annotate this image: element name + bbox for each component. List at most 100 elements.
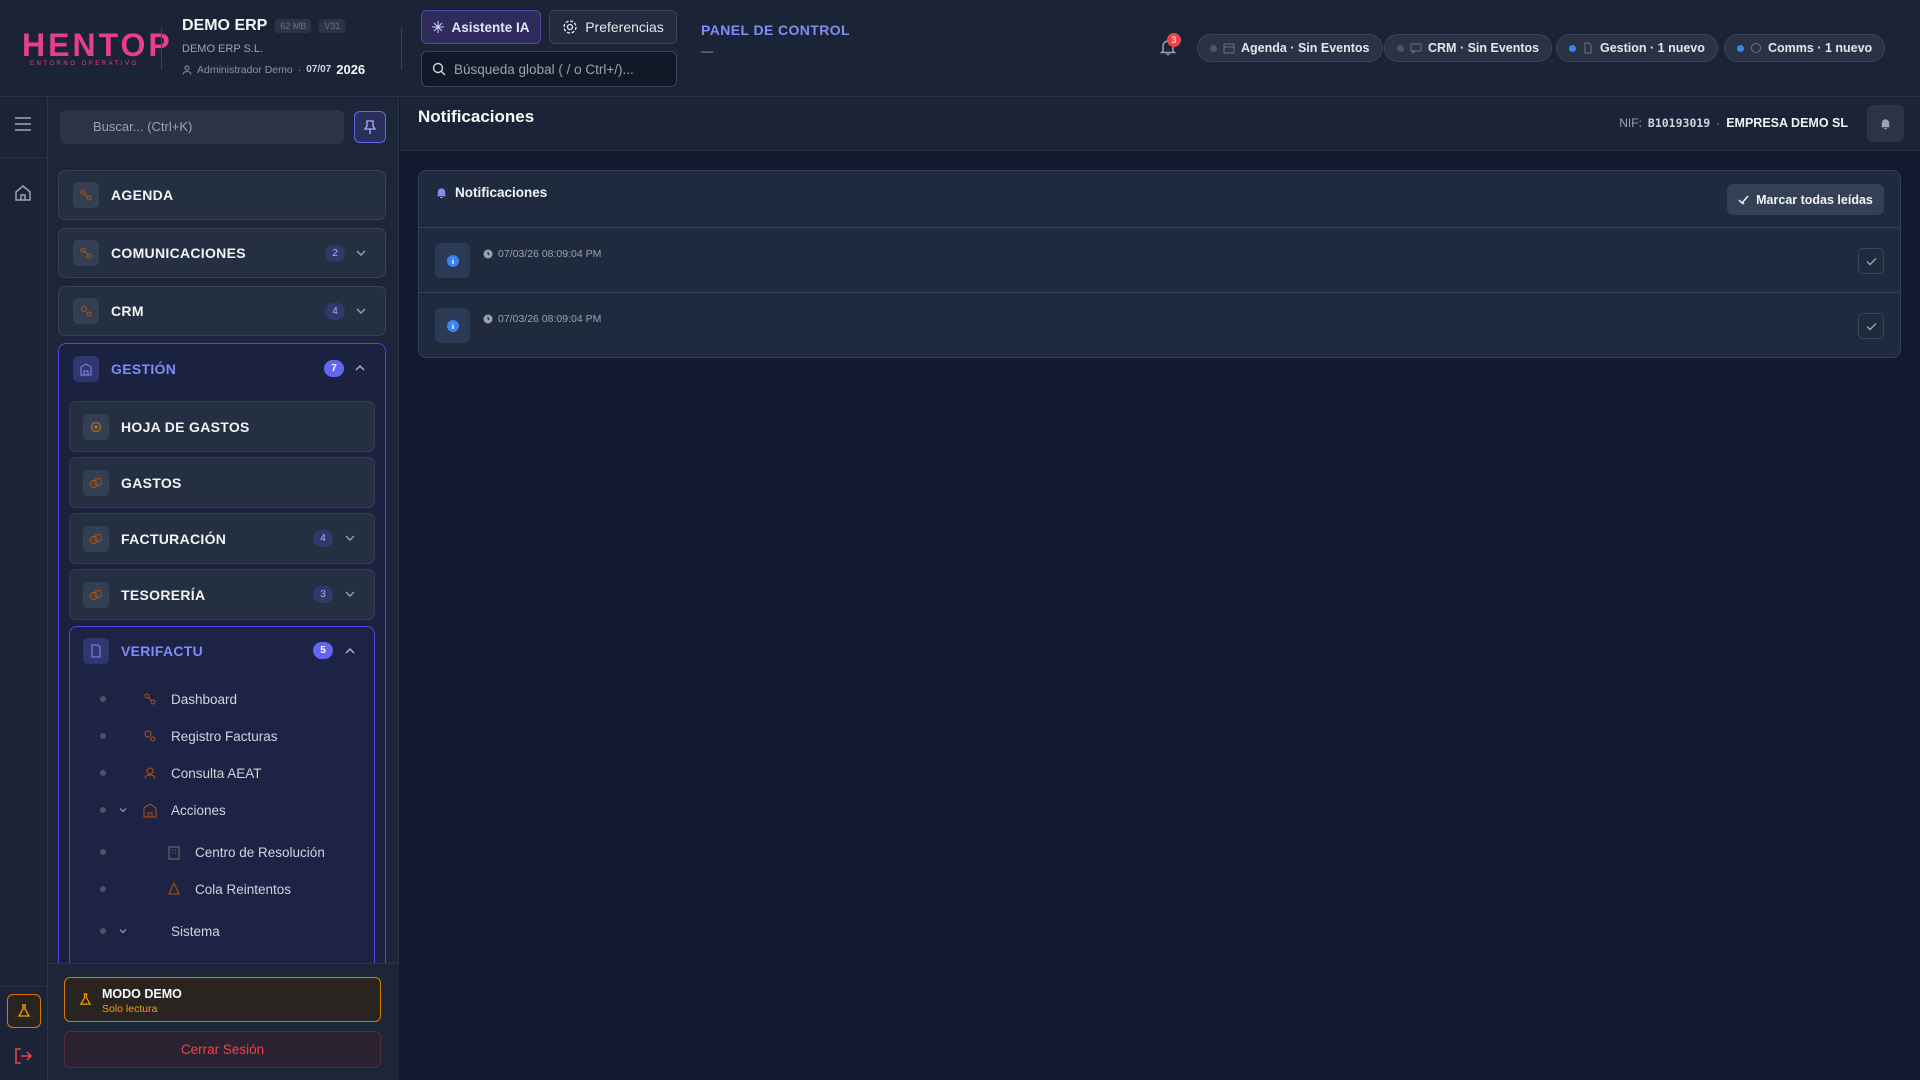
sidebar-item-label: TESORERÍA: [121, 586, 206, 603]
sidebar-item-crm[interactable]: CRM 4: [58, 286, 386, 336]
coins-icon: [83, 525, 109, 552]
count-badge: 3: [313, 586, 333, 603]
retry-queue-icon: [168, 881, 180, 895]
mark-read-button[interactable]: [1858, 313, 1884, 339]
mark-all-read-button[interactable]: Marcar todas leídas: [1727, 184, 1884, 215]
sidebar-item-facturacion[interactable]: FACTURACIÓN 4: [69, 513, 375, 564]
expense-sheet-icon: [83, 413, 109, 440]
user-icon: [182, 65, 192, 75]
status-dot: [1397, 44, 1404, 52]
pill-crm[interactable]: CRM · Sin Eventos: [1384, 34, 1553, 62]
pill-label: Gestion · 1 nuevo: [1600, 41, 1705, 55]
chevron-down-icon: [345, 535, 355, 541]
nif-value: B10193019: [1647, 116, 1711, 130]
leaf-label: Cola Reintentos: [195, 881, 292, 897]
demo-mode-rail-button[interactable]: [7, 994, 41, 1028]
notification-time: 07/03/26 08:09:04 PM: [498, 313, 602, 325]
chevron-down-icon: [119, 808, 127, 813]
sidebar-item-comunicaciones[interactable]: COMUNICACIONES 2: [58, 228, 386, 278]
preferences-button[interactable]: Preferencias: [549, 10, 677, 44]
logout-icon[interactable]: [13, 1046, 33, 1066]
coins-icon: [83, 469, 109, 496]
panel-title[interactable]: PANEL DE CONTROL: [701, 22, 850, 38]
notification-item[interactable]: 07/03/26 08:09:04 PM: [419, 293, 1900, 357]
notification-time: 07/03/26 08:09:04 PM: [498, 248, 602, 260]
office-icon: [168, 846, 180, 860]
sidebar-leaf-dashboard[interactable]: Dashboard: [70, 687, 370, 711]
panel-subtitle: —: [701, 44, 713, 58]
sidebar-item-gastos[interactable]: GASTOS: [69, 457, 375, 508]
mark-read-button[interactable]: [1858, 248, 1884, 274]
logout-button[interactable]: Cerrar Sesión: [64, 1031, 381, 1068]
chevron-down-icon: [345, 591, 355, 597]
content-topbar: Notificaciones NIF: B10193019 · EMPRESA …: [400, 97, 1920, 151]
coins-icon: [83, 581, 109, 608]
home-icon[interactable]: [13, 183, 33, 203]
communications-icon: [73, 240, 99, 266]
sidebar-leaf-cola-reintentos[interactable]: Cola Reintentos: [70, 877, 370, 901]
demo-mode-title: MODO DEMO: [102, 987, 182, 1001]
double-check-icon: [1738, 195, 1749, 205]
sidebar-item-label: CRM: [111, 303, 144, 319]
sparkle-icon: [432, 21, 445, 33]
sidebar-item-verifactu[interactable]: VERIFACTU 5: [70, 627, 374, 675]
chevron-up-icon: [355, 365, 365, 371]
divider: [0, 157, 48, 158]
count-badge: 7: [324, 360, 344, 377]
icon-rail: [0, 97, 48, 1080]
check-icon: [1866, 257, 1876, 265]
demo-mode-subtitle: Solo lectura: [102, 1003, 158, 1015]
notifications-button[interactable]: [1867, 105, 1904, 142]
sidebar-search-placeholder: Buscar... (Ctrl+K): [93, 119, 193, 134]
app-name: DEMO ERP: [182, 17, 268, 34]
sidebar-item-tesoreria[interactable]: TESORERÍA 3: [69, 569, 375, 620]
ai-assistant-button[interactable]: Asistente IA: [421, 10, 541, 44]
bell-icon: [1880, 119, 1891, 130]
demo-mode-banner[interactable]: MODO DEMO Solo lectura: [64, 977, 381, 1022]
logo-subtitle: ENTORNO OPERATIVO: [30, 61, 139, 67]
pin-sidebar-button[interactable]: [354, 111, 386, 143]
sidebar-leaf-consulta-aeat[interactable]: Consulta AEAT: [70, 761, 370, 785]
bullet: [100, 733, 106, 739]
notification-item[interactable]: 07/03/26 08:09:04 PM: [419, 228, 1900, 293]
global-search-input[interactable]: Búsqueda global ( / o Ctrl+/)...: [421, 51, 677, 87]
count-badge: 5: [313, 642, 333, 659]
dashboard-icon: [144, 693, 156, 705]
count-badge: 4: [325, 303, 345, 320]
flask-icon: [79, 993, 92, 1005]
sidebar: Buscar... (Ctrl+K) AGENDA COMUNICACIONES…: [48, 97, 399, 1080]
crm-icon: [73, 298, 99, 324]
building-icon: [73, 356, 99, 382]
status-dot: [1569, 44, 1576, 52]
pill-comms[interactable]: Comms · 1 nuevo: [1724, 34, 1886, 62]
sidebar-leaf-sistema[interactable]: Sistema: [70, 919, 370, 943]
chat-icon: [1410, 43, 1422, 54]
sidebar-item-label: VERIFACTU: [121, 643, 204, 659]
company-label: EMPRESA DEMO SL: [1726, 116, 1848, 130]
pill-gestion[interactable]: Gestion · 1 nuevo: [1556, 34, 1718, 62]
card-title: Notificaciones: [455, 185, 548, 200]
search-icon: [432, 62, 446, 76]
sidebar-leaf-acciones[interactable]: Acciones: [70, 798, 370, 822]
calendar-icon: [1223, 43, 1235, 54]
brand-logo[interactable]: HENTOP ENTORNO OPERATIVO: [22, 27, 173, 67]
divider: [161, 28, 162, 70]
nif-label: NIF:: [1619, 116, 1642, 130]
sidebar-leaf-centro-de-resolucion[interactable]: Centro de Resolución: [70, 840, 370, 864]
pill-agenda[interactable]: Agenda · Sin Eventos: [1197, 34, 1383, 62]
sidebar-item-label: HOJA DE GASTOS: [121, 418, 250, 435]
menu-icon[interactable]: [14, 117, 32, 131]
chevron-up-icon: [345, 648, 355, 654]
sidebar-leaf-registro-facturas[interactable]: Registro Facturas: [70, 724, 370, 748]
sidebar-item-agenda[interactable]: AGENDA: [58, 170, 386, 220]
check-icon: [1866, 322, 1876, 330]
sidebar-item-gestion[interactable]: GESTIÓN 7: [59, 344, 385, 394]
sidebar-search-input[interactable]: Buscar... (Ctrl+K): [60, 110, 344, 144]
logo-text: HENTOP: [22, 27, 173, 63]
leaf-label: Registro Facturas: [171, 728, 278, 744]
info-icon: [435, 243, 470, 278]
leaf-label: Dashboard: [171, 691, 238, 707]
sidebar-item-hoja-de-gastos[interactable]: HOJA DE GASTOS: [69, 401, 375, 452]
notification-count-badge: 3: [1167, 33, 1181, 47]
chevron-down-icon: [356, 308, 366, 314]
